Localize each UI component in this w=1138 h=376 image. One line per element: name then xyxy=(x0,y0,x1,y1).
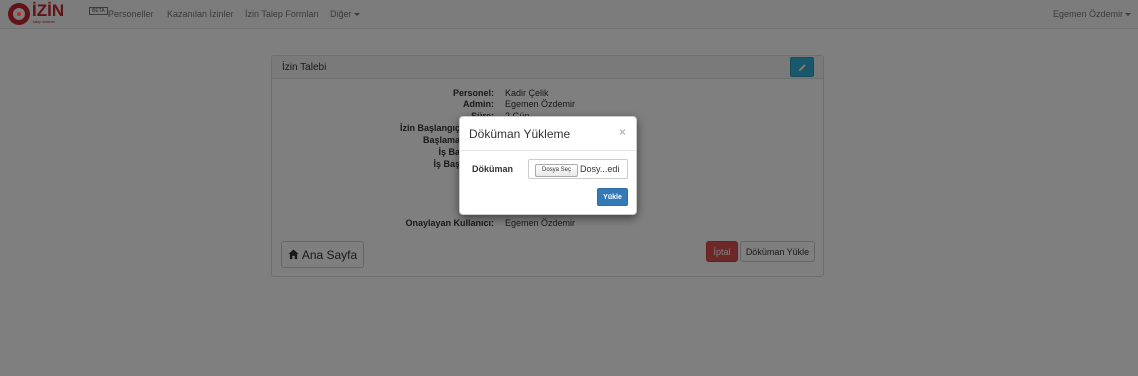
close-icon[interactable]: × xyxy=(619,126,626,138)
modal-header: Döküman Yükleme × xyxy=(460,117,636,151)
document-field-label: Döküman xyxy=(472,164,514,174)
document-upload-modal: Döküman Yükleme × Döküman Dosya Seç Dosy… xyxy=(459,116,637,215)
file-name-text: Dosy...edi xyxy=(580,164,620,174)
choose-file-button[interactable]: Dosya Seç xyxy=(535,164,578,177)
file-input[interactable]: Dosya Seç Dosy...edi xyxy=(528,159,628,179)
modal-title: Döküman Yükleme xyxy=(469,127,571,141)
upload-submit-button[interactable]: Yükle xyxy=(597,188,628,206)
